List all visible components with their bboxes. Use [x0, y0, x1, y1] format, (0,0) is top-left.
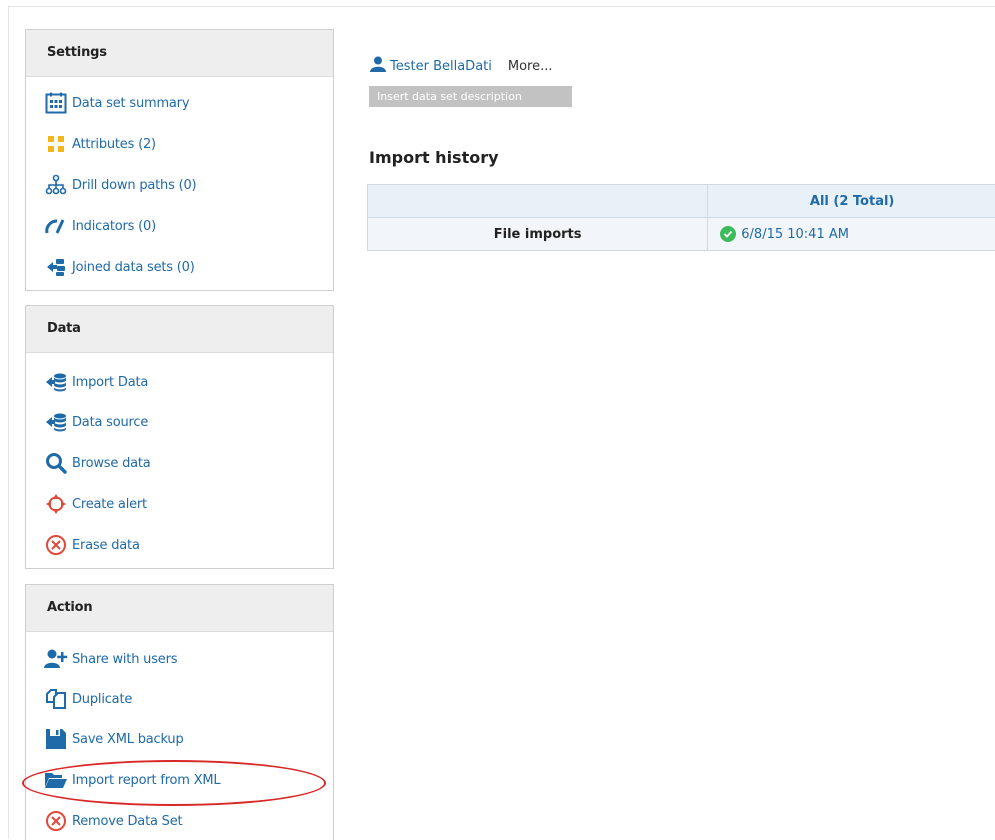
user-icon	[370, 56, 386, 76]
import-history-table: All (2 Total) File imports 6/8/15 10:41 …	[367, 184, 995, 251]
import-date: 6/8/15 10:41 AM	[741, 227, 849, 242]
sidebar-item-label: Remove Data Set	[72, 814, 182, 829]
sidebar-item-import-data[interactable]: Import Data	[44, 370, 148, 394]
sidebar-item-attributes[interactable]: Attributes (2)	[44, 132, 156, 156]
sidebar-item-share-with-users[interactable]: Share with users	[44, 647, 177, 671]
all-total-header[interactable]: All (2 Total)	[708, 185, 995, 218]
database-source-icon	[44, 410, 68, 434]
database-import-icon	[44, 370, 68, 394]
erase-icon	[44, 533, 68, 557]
sidebar-item-erase-data[interactable]: Erase data	[44, 533, 140, 557]
owner-link[interactable]: Tester BellaDati	[390, 59, 492, 74]
row-label: File imports	[368, 218, 708, 251]
empty-header-cell	[368, 185, 708, 218]
sidebar-item-label: Drill down paths (0)	[72, 178, 196, 193]
sidebar-item-data-source[interactable]: Data source	[44, 410, 148, 434]
sidebar-item-label: Erase data	[72, 538, 140, 553]
frame-left-border	[8, 6, 9, 839]
sidebar-item-browse-data[interactable]: Browse data	[44, 451, 151, 475]
sidebar-item-data-set-summary[interactable]: Data set summary	[44, 91, 189, 115]
data-panel-title: Data	[26, 306, 333, 353]
remove-icon	[44, 809, 68, 833]
frame-top-border	[8, 6, 995, 7]
sidebar-item-label: Share with users	[72, 652, 177, 667]
insert-description-button[interactable]: Insert data set description	[369, 86, 572, 107]
sidebar-item-duplicate[interactable]: Duplicate	[44, 687, 132, 711]
sidebar-item-indicators[interactable]: Indicators (0)	[44, 214, 156, 238]
data-panel: Data Import Data Data source Browse data…	[25, 305, 334, 569]
sidebar-item-label: Import Data	[72, 375, 148, 390]
sidebar-item-label: Data source	[72, 415, 148, 430]
search-icon	[44, 451, 68, 475]
joined-icon	[44, 255, 68, 279]
settings-panel: Settings Data set summary Attributes (2)…	[25, 29, 334, 291]
import-history-title: Import history	[369, 148, 499, 167]
sidebar-item-label: Indicators (0)	[72, 219, 156, 234]
highlight-annotation	[22, 760, 326, 806]
sidebar-item-label: Joined data sets (0)	[72, 260, 195, 275]
action-panel-title: Action	[26, 585, 333, 632]
sidebar-item-drill-down-paths[interactable]: Drill down paths (0)	[44, 173, 196, 197]
success-check-icon	[720, 226, 736, 242]
sidebar-item-remove-data-set[interactable]: Remove Data Set	[44, 809, 182, 833]
sidebar-item-label: Data set summary	[72, 96, 189, 111]
sidebar-item-label: Create alert	[72, 497, 147, 512]
sidebar-item-joined-data-sets[interactable]: Joined data sets (0)	[44, 255, 195, 279]
duplicate-icon	[44, 687, 68, 711]
sidebar-item-label: Save XML backup	[72, 732, 184, 747]
calendar-icon	[44, 91, 68, 115]
sidebar-item-label: Duplicate	[72, 692, 132, 707]
sidebar-item-label: Attributes (2)	[72, 137, 156, 152]
import-date-cell[interactable]: 6/8/15 10:41 AM	[708, 218, 995, 251]
save-icon	[44, 727, 68, 751]
sidebar-item-label: Browse data	[72, 456, 151, 471]
table-row: File imports 6/8/15 10:41 AM	[368, 218, 995, 251]
sidebar-item-save-xml-backup[interactable]: Save XML backup	[44, 727, 184, 751]
dots-icon	[44, 132, 68, 156]
more-link[interactable]: More...	[508, 59, 553, 74]
owner-info: Tester BellaDati More...	[370, 56, 553, 76]
settings-panel-title: Settings	[26, 30, 333, 77]
sidebar-item-create-alert[interactable]: Create alert	[44, 492, 147, 516]
hierarchy-icon	[44, 173, 68, 197]
alert-icon	[44, 492, 68, 516]
gauge-icon	[44, 214, 68, 238]
table-header-row: All (2 Total)	[368, 185, 995, 218]
add-user-icon	[44, 647, 68, 671]
